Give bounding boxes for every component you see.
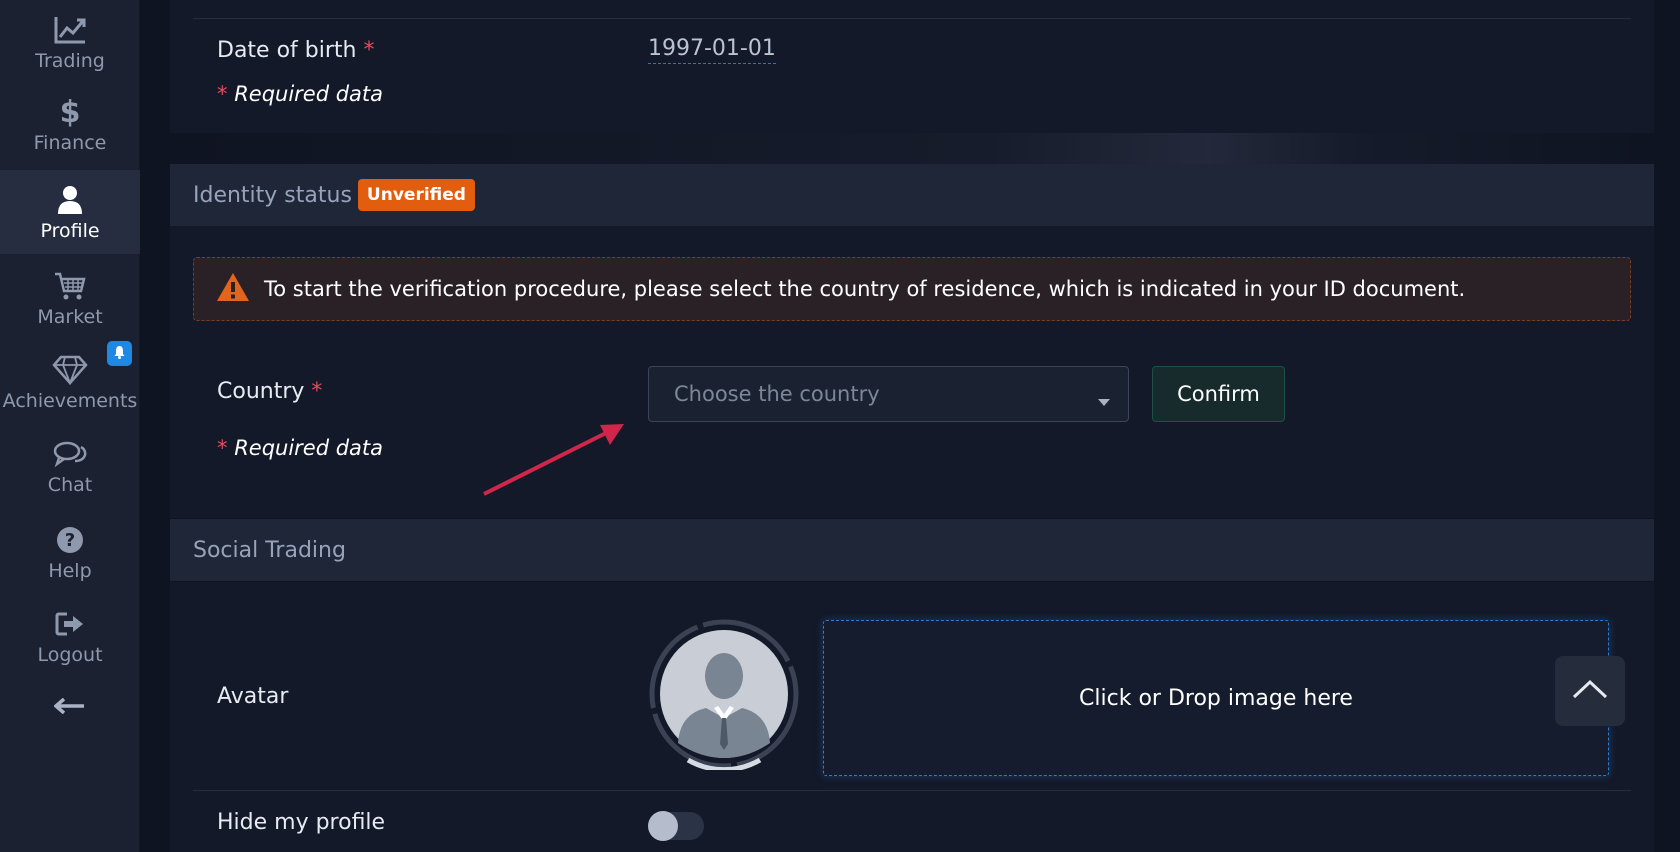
required-note-text: Required data (234, 82, 384, 106)
section-title: Social Trading (193, 537, 346, 563)
verification-alert: To start the verification procedure, ple… (193, 257, 1631, 321)
required-note-text: Required data (234, 436, 384, 460)
country-label-text: Country (217, 379, 305, 404)
dob-value[interactable]: 1997-01-01 (648, 36, 776, 64)
social-trading-header: Social Trading (170, 519, 1654, 581)
sidebar-item-label: Help (48, 560, 92, 582)
chat-icon (50, 436, 90, 472)
chevron-up-icon (1572, 679, 1608, 703)
notification-badge (107, 341, 132, 366)
svg-text:?: ? (65, 530, 75, 551)
avatar[interactable] (648, 618, 800, 773)
sidebar-item-profile[interactable]: Profile (0, 170, 140, 254)
main-content: Date of birth * 1997-01-01 * Required da… (170, 0, 1654, 852)
sidebar-item-label: Market (37, 306, 103, 328)
status-badge: Unverified (357, 179, 475, 211)
required-star: * (217, 436, 228, 460)
bell-icon (113, 344, 126, 363)
divider (193, 790, 1631, 791)
country-select-placeholder: Choose the country (674, 382, 880, 406)
chart-line-icon (50, 12, 90, 48)
sidebar-item-market[interactable]: Market (0, 256, 140, 340)
dob-label: Date of birth * (217, 38, 374, 63)
sidebar-item-logout[interactable]: Logout (0, 594, 140, 678)
required-note: * Required data (217, 436, 383, 460)
sidebar: Trading $ Finance Profile Market Achieve… (0, 0, 140, 852)
sidebar-item-label: Chat (47, 474, 93, 496)
annotation-arrow (483, 424, 624, 496)
required-star: * (217, 82, 228, 106)
caret-down-icon (1098, 391, 1110, 410)
dropzone-text: Click or Drop image here (1079, 685, 1353, 711)
avatar-label: Avatar (217, 684, 289, 709)
logout-icon (50, 606, 90, 642)
sidebar-item-chat[interactable]: Chat (0, 424, 140, 508)
sidebar-item-label: Finance (33, 132, 107, 154)
personal-data-card: Date of birth * 1997-01-01 * Required da… (170, 0, 1654, 133)
dollar-icon: $ (59, 94, 81, 130)
required-star: * (311, 379, 323, 404)
sidebar-item-label: Trading (35, 50, 105, 72)
cart-icon (50, 268, 90, 304)
hide-profile-label: Hide my profile (217, 810, 386, 835)
user-icon (50, 182, 90, 218)
divider (193, 18, 1631, 19)
scroll-to-top-button[interactable] (1555, 656, 1625, 726)
warning-icon (216, 272, 250, 306)
identity-card: To start the verification procedure, ple… (170, 226, 1654, 518)
collapse-arrow-icon[interactable] (50, 690, 90, 722)
required-note: * Required data (217, 82, 383, 106)
hide-profile-toggle[interactable] (648, 811, 704, 841)
sidebar-item-label: Logout (37, 644, 103, 666)
sidebar-item-label: Achievements (2, 390, 138, 412)
help-icon: ? (50, 522, 90, 558)
toggle-knob (648, 811, 678, 841)
social-trading-card: Avatar Click or Drop image here Hide my … (170, 582, 1654, 852)
diamond-icon (50, 352, 90, 388)
identity-status-header: Identity status Unverified (170, 164, 1654, 226)
sidebar-item-help[interactable]: ? Help (0, 510, 140, 594)
country-select[interactable]: Choose the country (648, 366, 1129, 422)
required-star: * (363, 38, 375, 63)
dob-label-text: Date of birth (217, 38, 357, 63)
alert-message: To start the verification procedure, ple… (264, 277, 1466, 301)
sidebar-item-finance[interactable]: $ Finance (0, 82, 140, 166)
sidebar-item-label: Profile (40, 220, 100, 242)
confirm-button[interactable]: Confirm (1152, 366, 1285, 422)
avatar-dropzone[interactable]: Click or Drop image here (823, 620, 1609, 776)
country-label: Country * (217, 379, 322, 404)
section-title: Identity status (193, 182, 352, 208)
sidebar-item-trading[interactable]: Trading (0, 0, 140, 84)
